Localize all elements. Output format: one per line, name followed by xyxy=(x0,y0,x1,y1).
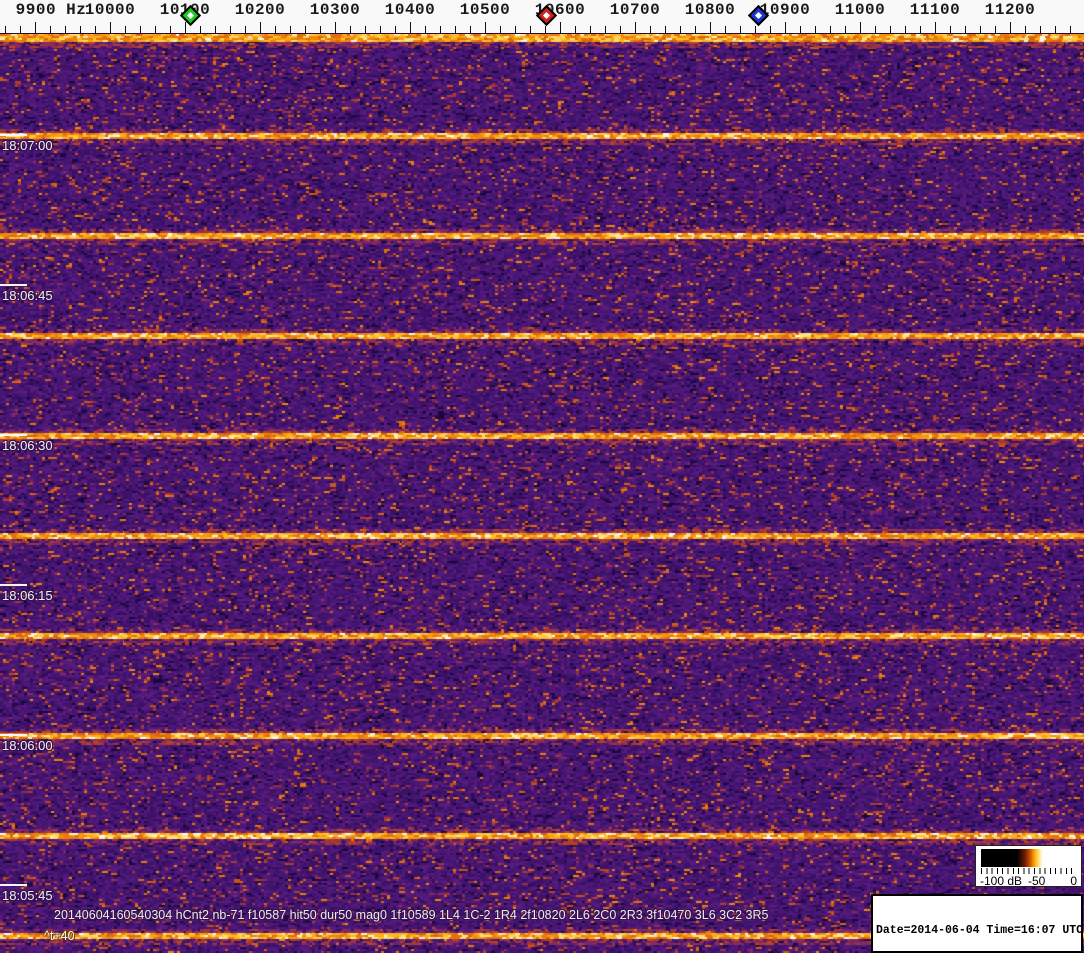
time-tick xyxy=(0,734,27,736)
freq-minor-tick xyxy=(845,26,846,33)
freq-minor-tick xyxy=(665,26,666,33)
freq-minor-tick xyxy=(620,26,621,33)
freq-minor-tick xyxy=(590,26,591,33)
freq-minor-tick xyxy=(80,26,81,33)
freq-minor-tick xyxy=(140,26,141,33)
freq-major-tick xyxy=(185,22,186,33)
spectrogram-canvas xyxy=(0,0,1084,953)
freq-minor-tick xyxy=(1040,26,1041,33)
colorbar-labels: -100 dB -50 0 xyxy=(976,874,1081,888)
freq-minor-tick xyxy=(350,26,351,33)
freq-minor-tick xyxy=(1055,26,1056,33)
freq-minor-tick xyxy=(440,26,441,33)
freq-minor-tick xyxy=(1025,26,1026,33)
freq-minor-tick xyxy=(800,26,801,33)
freq-minor-tick xyxy=(170,26,171,33)
freq-minor-tick xyxy=(725,26,726,33)
freq-major-tick xyxy=(335,22,336,33)
freq-minor-tick xyxy=(5,26,6,33)
time-offset-label: ^t+40 xyxy=(44,929,75,943)
time-label: 18:06:30 xyxy=(2,438,53,453)
time-tick xyxy=(0,134,27,136)
freq-major-tick xyxy=(260,22,261,33)
freq-major-tick xyxy=(35,22,36,33)
colorbar-max-label: 0 xyxy=(1070,874,1077,888)
hit-info-text: 20140604160540304 hCnt2 nb-71 f10587 hit… xyxy=(54,908,769,922)
freq-minor-tick xyxy=(605,26,606,33)
freq-major-tick xyxy=(110,22,111,33)
freq-minor-tick xyxy=(965,26,966,33)
freq-minor-tick xyxy=(365,26,366,33)
freq-major-tick xyxy=(560,22,561,33)
freq-minor-tick xyxy=(65,26,66,33)
freq-minor-tick xyxy=(20,26,21,33)
time-tick xyxy=(0,584,27,586)
freq-minor-tick xyxy=(995,26,996,33)
observation-info-box: Date=2014-06-04 Time=16:07 UTC Freq=143 … xyxy=(871,894,1083,953)
freq-major-tick xyxy=(635,22,636,33)
freq-minor-tick xyxy=(920,26,921,33)
colorbar-legend: -100 dB -50 0 xyxy=(975,845,1082,888)
freq-minor-tick xyxy=(545,26,546,33)
freq-minor-tick xyxy=(650,26,651,33)
info-line-date-time: Date=2014-06-04 Time=16:07 UTC xyxy=(876,924,1084,937)
freq-minor-tick xyxy=(740,26,741,33)
time-label: 18:06:00 xyxy=(2,738,53,753)
time-label: 18:05:45 xyxy=(2,888,53,903)
freq-minor-tick xyxy=(155,26,156,33)
freq-major-tick xyxy=(860,22,861,33)
freq-minor-tick xyxy=(515,26,516,33)
freq-major-tick xyxy=(410,22,411,33)
time-tick xyxy=(0,884,27,886)
freq-minor-tick xyxy=(215,26,216,33)
freq-minor-tick xyxy=(125,26,126,33)
freq-minor-tick xyxy=(575,26,576,33)
frequency-axis: 9900 Hz100001010010200103001040010500106… xyxy=(0,0,1084,34)
time-tick xyxy=(0,434,27,436)
spectrogram-app-window: 9900 Hz100001010010200103001040010500106… xyxy=(0,0,1084,953)
freq-minor-tick xyxy=(770,26,771,33)
time-label: 18:06:45 xyxy=(2,288,53,303)
freq-minor-tick xyxy=(50,26,51,33)
freq-minor-tick xyxy=(980,26,981,33)
freq-minor-tick xyxy=(470,26,471,33)
colorbar-mid-label: -50 xyxy=(1028,874,1046,888)
freq-minor-tick xyxy=(305,26,306,33)
freq-axis-label: 11200 xyxy=(984,1,1036,19)
freq-minor-tick xyxy=(320,26,321,33)
freq-minor-tick xyxy=(500,26,501,33)
freq-minor-tick xyxy=(425,26,426,33)
time-label: 18:07:00 xyxy=(2,138,53,153)
colorbar-gradient xyxy=(981,849,1076,867)
freq-minor-tick xyxy=(755,26,756,33)
freq-minor-tick xyxy=(275,26,276,33)
freq-minor-tick xyxy=(290,26,291,33)
freq-major-tick xyxy=(935,22,936,33)
freq-minor-tick xyxy=(890,26,891,33)
freq-minor-tick xyxy=(245,26,246,33)
time-label: 18:06:15 xyxy=(2,588,53,603)
freq-minor-tick xyxy=(815,26,816,33)
freq-minor-tick xyxy=(905,26,906,33)
freq-minor-tick xyxy=(875,26,876,33)
colorbar-min-label: -100 dB xyxy=(980,874,1023,888)
freq-minor-tick xyxy=(680,26,681,33)
freq-major-tick xyxy=(785,22,786,33)
freq-minor-tick xyxy=(530,26,531,33)
freq-minor-tick xyxy=(200,26,201,33)
freq-minor-tick xyxy=(395,26,396,33)
freq-major-tick xyxy=(1010,22,1011,33)
freq-minor-tick xyxy=(950,26,951,33)
freq-minor-tick xyxy=(380,26,381,33)
freq-minor-tick xyxy=(695,26,696,33)
freq-major-tick xyxy=(485,22,486,33)
freq-minor-tick xyxy=(95,26,96,33)
freq-major-tick xyxy=(710,22,711,33)
freq-minor-tick xyxy=(455,26,456,33)
time-tick xyxy=(0,284,27,286)
freq-minor-tick xyxy=(230,26,231,33)
freq-minor-tick xyxy=(1070,26,1071,33)
freq-minor-tick xyxy=(830,26,831,33)
